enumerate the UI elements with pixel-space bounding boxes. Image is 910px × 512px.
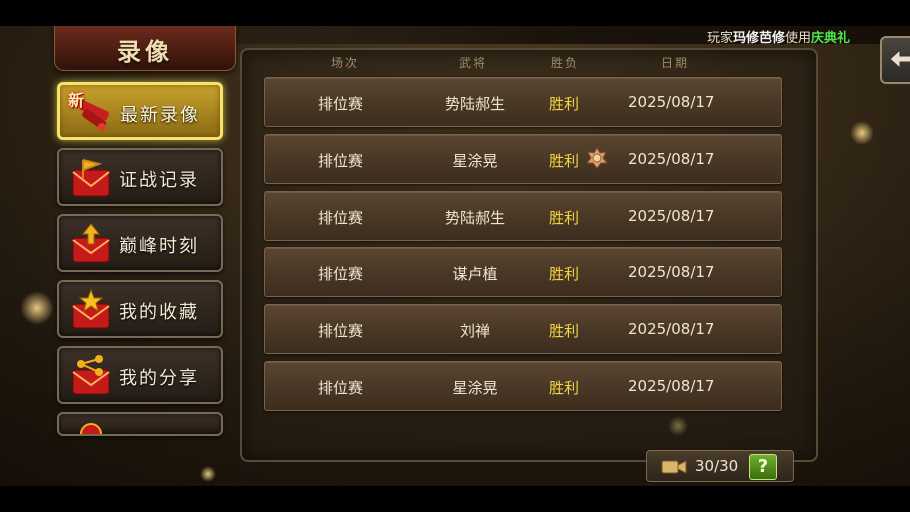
match-result: 胜利 <box>549 322 580 340</box>
light-spark <box>850 121 874 145</box>
table-row[interactable]: 排位赛 势陆郝生 胜利 2025/08/17 <box>264 191 782 241</box>
title-plaque: 录像 <box>54 26 236 71</box>
match-type: 排位赛 <box>318 152 364 170</box>
match-result: 胜利 <box>549 209 580 227</box>
table-row[interactable]: 排位赛 刘禅 胜利 2025/08/17 <box>264 304 782 354</box>
ticker-player-name: 玛修芭修 <box>733 31 786 46</box>
match-type: 排位赛 <box>318 209 364 227</box>
ticker-text: 玩家玛修芭修使用庆典礼 <box>707 27 850 46</box>
sidebar-item-partial[interactable] <box>57 412 223 436</box>
column-header-general: 武将 <box>459 56 488 70</box>
red-envelope-star-icon <box>72 288 110 329</box>
replay-count-box: 30/30 ? <box>646 450 794 482</box>
match-date: 2025/08/17 <box>628 207 715 225</box>
replay-count: 30/30 <box>695 457 739 475</box>
sidebar-item-battle-records[interactable]: 证战记录 <box>57 148 223 206</box>
match-type: 排位赛 <box>318 265 364 283</box>
game-scene: 玩家玛修芭修使用庆典礼 录像 新 最新录像 证战记录 巅峰时刻 我的收藏 我的分… <box>0 26 910 486</box>
sidebar-item-my-favorites[interactable]: 我的收藏 <box>57 280 223 338</box>
match-type: 排位赛 <box>318 322 364 340</box>
table-row[interactable]: 排位赛 星涂晃 胜利 2025/08/17 <box>264 361 782 411</box>
red-envelope-flag-icon <box>72 159 110 197</box>
ticker-prefix: 玩家 <box>707 31 734 46</box>
ticker-verb: 使用 <box>785 31 812 46</box>
column-header-result: 胜负 <box>551 56 580 70</box>
match-type: 排位赛 <box>318 95 364 113</box>
column-header-date: 日期 <box>661 56 690 70</box>
match-result: 胜利 <box>549 379 580 397</box>
sidebar-item-label: 证战记录 <box>119 170 199 191</box>
new-badge: 新 <box>68 91 85 110</box>
sidebar-item-latest-replays[interactable]: 新 最新录像 <box>57 82 223 140</box>
page-title: 录像 <box>117 37 173 66</box>
mvp-medal-icon <box>586 147 608 169</box>
red-envelope-icon <box>80 423 102 434</box>
match-date: 2025/08/17 <box>628 377 715 395</box>
sidebar-item-label: 我的分享 <box>119 368 199 389</box>
red-envelope-arrow-icon <box>72 223 110 263</box>
match-date: 2025/08/17 <box>628 93 715 111</box>
sidebar-item-label: 我的收藏 <box>119 302 199 323</box>
sidebar-item-my-shares[interactable]: 我的分享 <box>57 346 223 404</box>
match-result: 胜利 <box>549 152 580 170</box>
video-camera-icon <box>661 460 687 474</box>
general-name: 刘禅 <box>459 322 490 340</box>
sidebar-item-label: 巅峰时刻 <box>119 236 199 257</box>
light-spark <box>20 291 54 325</box>
match-type: 排位赛 <box>318 379 364 397</box>
match-date: 2025/08/17 <box>628 263 715 281</box>
general-name: 势陆郝生 <box>444 209 505 227</box>
back-button[interactable] <box>880 36 910 84</box>
match-date: 2025/08/17 <box>628 150 715 168</box>
match-date: 2025/08/17 <box>628 320 715 338</box>
sidebar-item-label: 最新录像 <box>120 105 200 126</box>
light-spark <box>200 466 216 482</box>
match-result: 胜利 <box>549 95 580 113</box>
red-envelope-share-icon <box>72 355 110 395</box>
general-name: 星涂晃 <box>452 379 498 397</box>
match-result: 胜利 <box>549 265 580 283</box>
general-name: 势陆郝生 <box>444 95 505 113</box>
table-row[interactable]: 排位赛 谋卢植 胜利 2025/08/17 <box>264 247 782 297</box>
general-name: 谋卢植 <box>452 265 498 283</box>
help-button[interactable]: ? <box>749 454 777 480</box>
general-name: 星涂晃 <box>452 152 498 170</box>
back-arrow-icon <box>889 48 910 70</box>
table-row[interactable]: 排位赛 势陆郝生 胜利 2025/08/17 <box>264 77 782 127</box>
column-header-match: 场次 <box>331 56 360 70</box>
table-row[interactable]: 排位赛 星涂晃 胜利 2025/08/17 <box>264 134 782 184</box>
ticker-item-name: 庆典礼 <box>811 31 851 46</box>
sidebar-item-peak-moments[interactable]: 巅峰时刻 <box>57 214 223 272</box>
